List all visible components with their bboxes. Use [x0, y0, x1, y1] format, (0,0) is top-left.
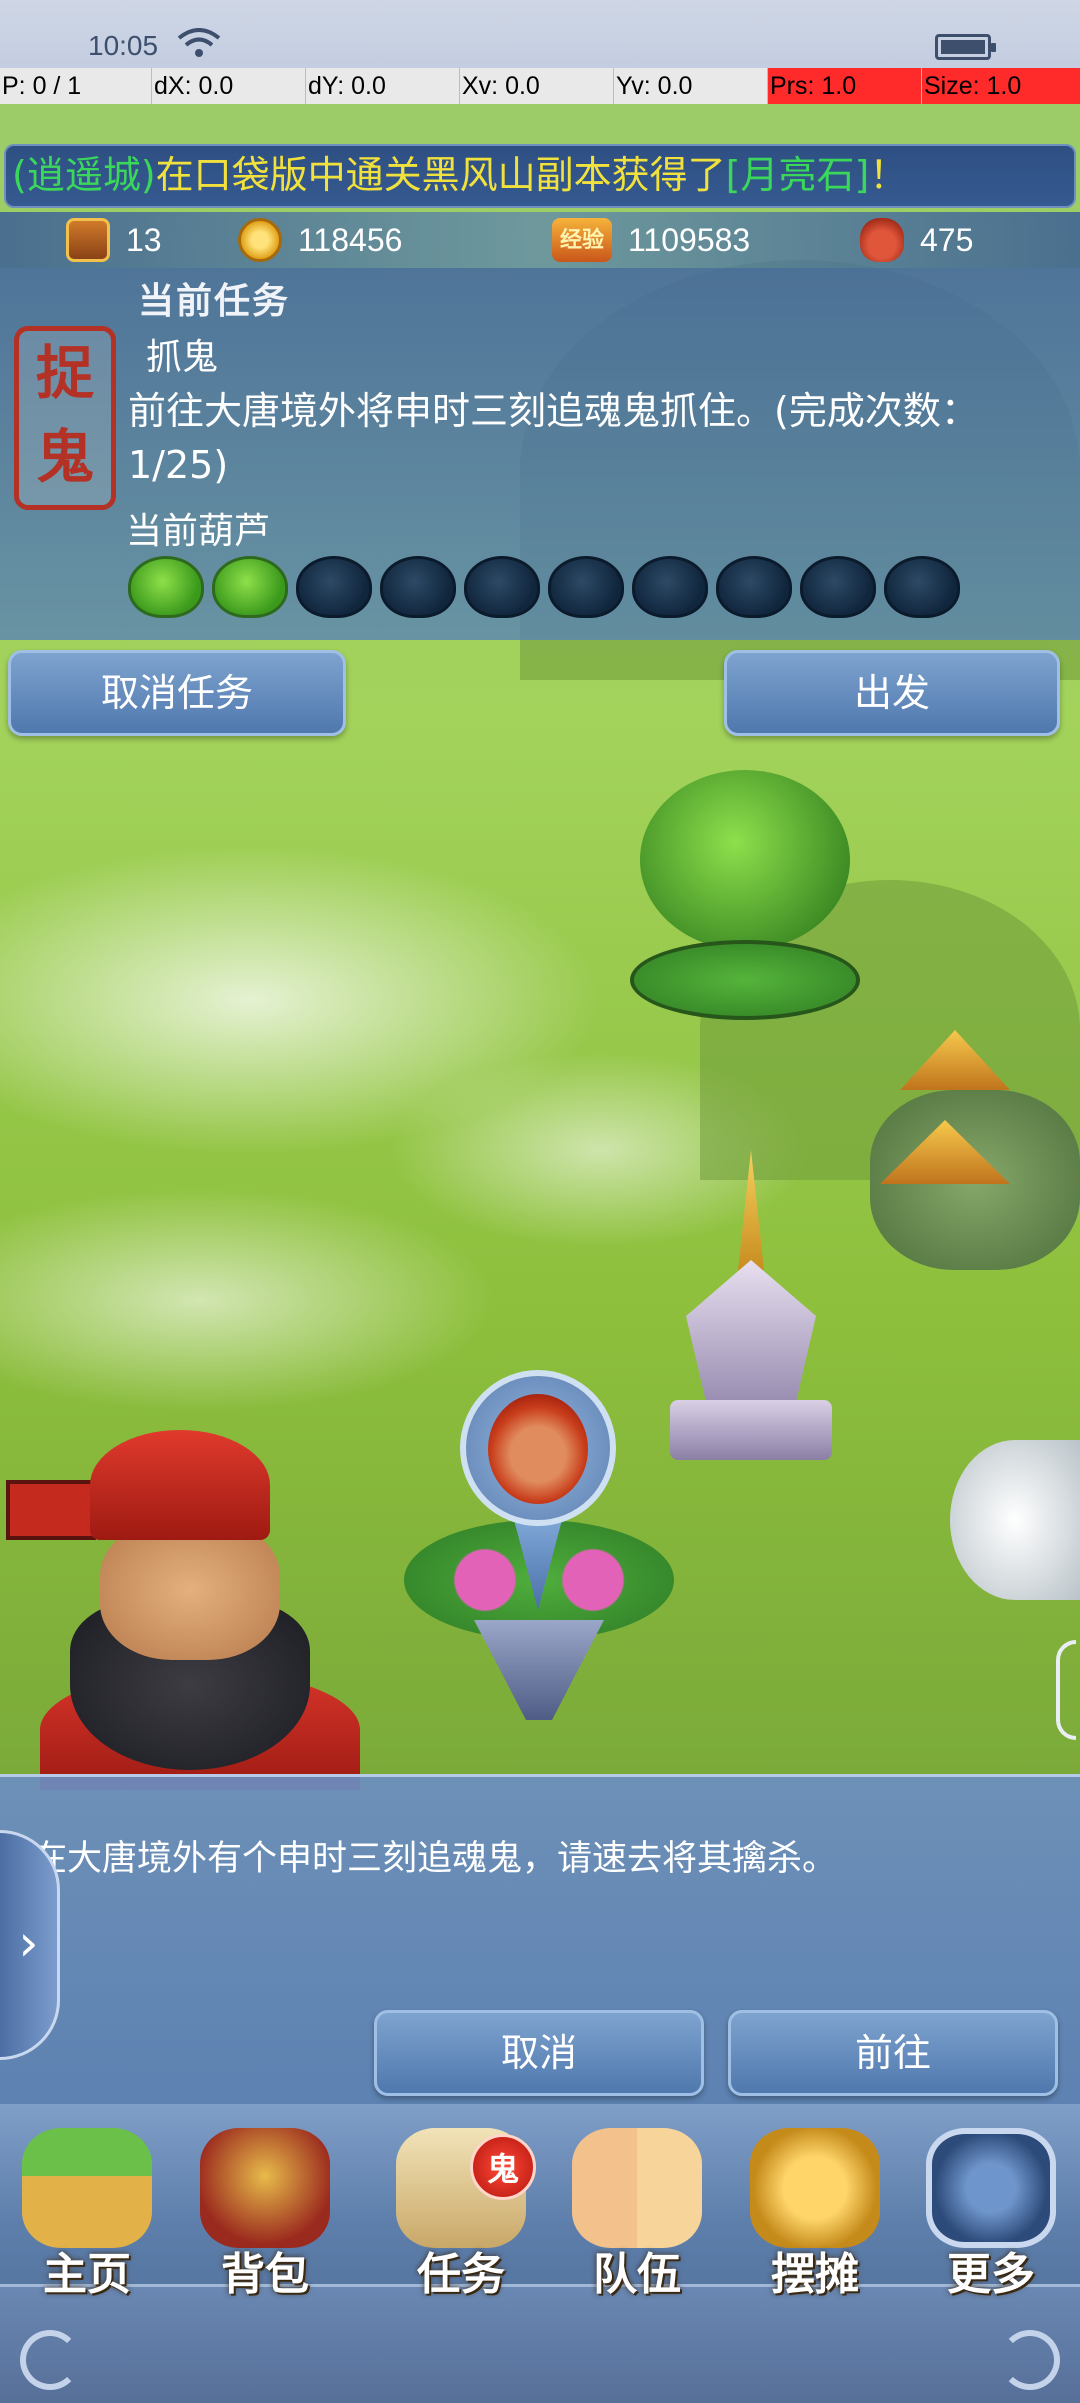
- nav-more[interactable]: 更多: [906, 2118, 1076, 2300]
- chest-count: 13: [126, 221, 162, 258]
- nav-more-label: 更多: [947, 2249, 1035, 2300]
- pot-count: 475: [920, 221, 974, 258]
- ghost-location-marker[interactable]: [394, 1370, 684, 1730]
- nav-team[interactable]: 队伍: [552, 2118, 722, 2300]
- debug-size: Size: 1.0: [922, 68, 1080, 104]
- battery-icon: [935, 34, 996, 60]
- leaf-icon: [800, 556, 876, 618]
- nav-home[interactable]: 主页: [2, 2118, 172, 2300]
- depart-button[interactable]: 出发: [724, 650, 1060, 736]
- ghost-face-icon: [488, 1394, 588, 1504]
- nav-bag[interactable]: 背包: [180, 2118, 350, 2300]
- team-icon: [572, 2128, 702, 2248]
- cancel-task-button[interactable]: 取消任务: [8, 650, 346, 736]
- leaf-icon: [548, 556, 624, 618]
- dialog-goto-button[interactable]: 前往: [728, 2010, 1058, 2096]
- task-name: 抓鬼: [146, 337, 219, 378]
- leaf-icon: [884, 556, 960, 618]
- gourd-progress: [128, 556, 960, 618]
- debug-xv: Xv: 0.0: [460, 68, 614, 104]
- nav-team-label: 队伍: [593, 2249, 681, 2300]
- exp-icon: 经验: [552, 218, 612, 262]
- exp-counter: 经验 1109583: [552, 218, 750, 262]
- seal-char-1: 捉: [35, 339, 94, 407]
- willow-tree-island[interactable]: [630, 770, 860, 1030]
- leaf-icon: [716, 556, 792, 618]
- pointer-debug-bar: P: 0 / 1 dX: 0.0 dY: 0.0 Xv: 0.0 Yv: 0.0…: [0, 68, 1080, 104]
- side-drawer-handle[interactable]: [1056, 1640, 1076, 1740]
- gourd-label: 当前葫芦: [126, 511, 271, 552]
- debug-dx: dX: 0.0: [152, 68, 306, 104]
- broadcast-message: 在口袋版中通关黑风山副本获得了: [155, 153, 726, 197]
- pot-icon: [860, 218, 904, 262]
- coin-count: 118456: [298, 221, 403, 258]
- npc-zhong-kui: [0, 1420, 360, 1790]
- debug-dy: dY: 0.0: [306, 68, 460, 104]
- catch-ghost-seal: 捉 鬼: [14, 326, 116, 510]
- coin-icon: [238, 218, 282, 262]
- snow-rock[interactable]: [950, 1440, 1080, 1600]
- leaf-icon: [380, 556, 456, 618]
- leaf-icon: [128, 556, 204, 618]
- leaf-icon: [464, 556, 540, 618]
- nav-home-label: 主页: [43, 2249, 131, 2300]
- broadcast-item: [月亮石]: [725, 153, 870, 197]
- task-description: 前往大唐境外将申时三刻追魂鬼抓住。(完成次数：1/25): [128, 389, 979, 487]
- exp-count: 1109583: [628, 221, 751, 258]
- broadcast-banner: (逍遥城)在口袋版中通关黑风山副本获得了[月亮石]！: [4, 144, 1076, 208]
- chest-counter: 13: [66, 218, 162, 262]
- leaf-icon: [212, 556, 288, 618]
- nav-stall[interactable]: 摆摊: [730, 2118, 900, 2300]
- more-icon: [926, 2128, 1056, 2248]
- leaf-icon: [632, 556, 708, 618]
- task-ghost-badge: 鬼: [470, 2134, 536, 2200]
- dialog-text: 在大唐境外有个申时三刻追魂鬼，请速去将其擒杀。: [32, 1839, 838, 1879]
- mountain-temple[interactable]: [860, 1010, 1080, 1280]
- chest-icon: [66, 218, 110, 262]
- seal-char-2: 鬼: [35, 423, 94, 491]
- leaf-icon: [296, 556, 372, 618]
- ornament-right: [1000, 2330, 1060, 2390]
- task-heading: 当前任务: [138, 281, 291, 322]
- currency-bar: 13 118456 经验 1109583 475: [0, 212, 1080, 268]
- dialog-expand-button[interactable]: ›: [0, 1830, 60, 2060]
- clock: 10:05: [88, 30, 159, 61]
- wifi-icon: [177, 28, 221, 57]
- ornament-left: [20, 2330, 80, 2390]
- stall-icon: [750, 2128, 880, 2248]
- bag-icon: [200, 2128, 330, 2248]
- debug-pressure: Prs: 1.0: [768, 68, 922, 104]
- home-icon: [22, 2128, 152, 2248]
- nav-bag-label: 背包: [221, 2249, 309, 2300]
- pagoda-tower[interactable]: [656, 1150, 846, 1480]
- broadcast-suffix: ！: [869, 153, 908, 197]
- coin-counter: 118456: [238, 218, 402, 262]
- status-bar: 10:05: [0, 0, 1080, 70]
- debug-yv: Yv: 0.0: [614, 68, 768, 104]
- nav-stall-label: 摆摊: [771, 2249, 859, 2300]
- debug-pointer: P: 0 / 1: [0, 68, 152, 104]
- broadcast-player: (逍遥城): [12, 153, 156, 197]
- pot-counter: 475: [860, 218, 973, 262]
- nav-task-label: 任务: [417, 2249, 505, 2300]
- dialog-cancel-button[interactable]: 取消: [374, 2010, 704, 2096]
